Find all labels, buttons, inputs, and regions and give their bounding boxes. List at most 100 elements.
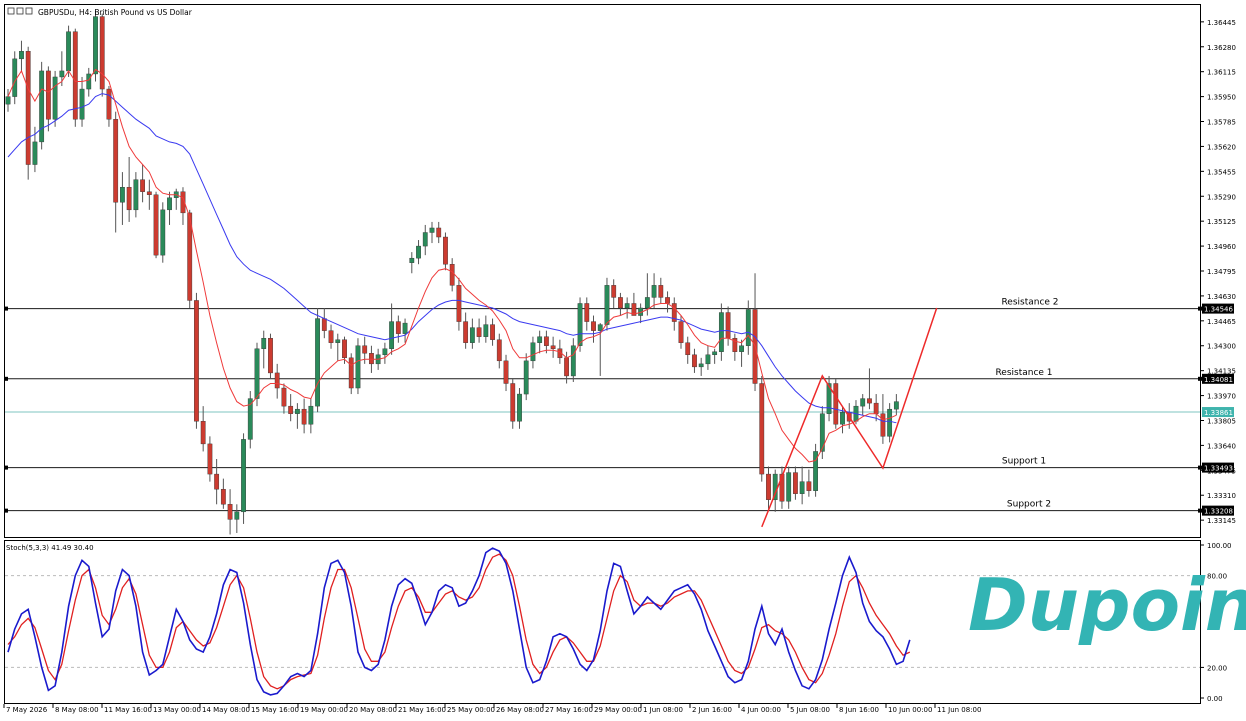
level-label: Support 1: [1002, 457, 1046, 467]
level-anchor-right: [1198, 508, 1202, 513]
time-tick-label: 19 May 00:00: [300, 706, 348, 714]
time-tick-label: 8 Jun 16:00: [839, 706, 879, 714]
candle-body: [570, 345, 576, 377]
candle-body: [52, 76, 58, 120]
candle-body: [19, 51, 24, 60]
candle-body: [860, 398, 866, 407]
candle-body: [106, 88, 112, 120]
candle-body: [759, 383, 765, 475]
candle-body: [220, 488, 226, 505]
time-tick-label: 25 May 00:00: [447, 706, 495, 714]
candle-body: [355, 345, 361, 389]
level-anchor-right: [1198, 306, 1202, 311]
candle-body: [745, 309, 751, 346]
time-tick-label: 21 May 16:00: [398, 706, 446, 714]
candle-body: [739, 345, 744, 352]
price-tick-label: 1.33310: [1207, 492, 1236, 500]
time-tick-label: 1 Jun 08:00: [643, 706, 683, 714]
candle-body: [550, 345, 556, 349]
candle-body: [806, 481, 812, 491]
level-label: Resistance 1: [995, 368, 1052, 378]
current-price-label: 1.33861: [1204, 409, 1233, 417]
candle-body: [369, 353, 374, 365]
candle-body: [644, 297, 650, 309]
candle-body: [685, 342, 691, 356]
candle-body: [698, 363, 704, 368]
time-tick-label: 27 May 16:00: [545, 706, 593, 714]
level-price-tag-label: 1.33208: [1204, 508, 1233, 516]
candle-body: [227, 504, 233, 520]
price-tick-label: 1.35125: [1207, 218, 1236, 226]
candle-body: [692, 354, 697, 368]
price-tick-label: 1.34795: [1207, 268, 1236, 276]
stochastic-tick-label: 20.00: [1207, 664, 1227, 672]
candle-body: [678, 321, 684, 343]
time-tick-label: 4 Jun 00:00: [741, 706, 781, 714]
candle-body: [268, 337, 273, 374]
level-anchor-left: [4, 376, 8, 381]
stochastic-tick-label: 0.00: [1207, 695, 1223, 703]
price-tick-label: 1.33145: [1207, 517, 1236, 525]
candle-body: [577, 303, 583, 346]
candle-body: [146, 191, 152, 195]
candle-body: [476, 327, 482, 337]
candle-body: [496, 339, 502, 362]
time-tick-label: 20 May 08:00: [349, 706, 397, 714]
price-tick-label: 1.34630: [1207, 293, 1236, 301]
time-tick-label: 10 Jun 00:00: [888, 706, 932, 714]
price-tick-label: 1.35455: [1207, 168, 1236, 176]
price-tick-label: 1.35785: [1207, 119, 1236, 127]
candle-body: [79, 88, 85, 120]
time-tick-label: 26 May 08:00: [496, 706, 544, 714]
level-anchor-right: [1198, 465, 1202, 470]
candle-body: [422, 232, 428, 247]
candle-body: [409, 257, 415, 263]
candle-body: [59, 70, 65, 78]
candle-body: [200, 421, 206, 445]
candle-body: [288, 405, 294, 414]
candle-body: [261, 337, 267, 349]
window-restore-icon[interactable]: [7, 7, 15, 15]
time-tick-label: 11 Jun 08:00: [937, 706, 981, 714]
candle-body: [833, 383, 839, 425]
candle-body: [234, 511, 240, 520]
candle-body: [544, 336, 549, 346]
candle-body: [315, 318, 320, 407]
candle-body: [867, 398, 872, 404]
level-label: Support 2: [1007, 500, 1051, 510]
logo-text: Dupoin: [968, 563, 1246, 647]
candle-body: [99, 16, 105, 90]
price-tick-label: 1.36280: [1207, 44, 1236, 52]
stochastic-tick-label: 100.00: [1207, 542, 1232, 550]
candle-body: [120, 186, 125, 203]
dupoin-logo: Dupoin: [968, 563, 1246, 647]
candle-body: [308, 405, 314, 425]
candle-body: [597, 324, 603, 331]
candle-body: [873, 402, 879, 414]
candle-body: [658, 285, 664, 298]
candle-body: [429, 227, 435, 233]
level-anchor-right: [1198, 376, 1202, 381]
window-restore-icon[interactable]: [25, 7, 33, 15]
chart-svg[interactable]: 1.36445 1.36280 1.36115 1.35950 1.35785 1.356…: [0, 0, 1246, 721]
candle-body: [167, 197, 172, 211]
candle-body: [665, 297, 670, 304]
candle-body: [510, 383, 516, 422]
candle-body: [799, 481, 805, 494]
candle-body: [718, 312, 724, 352]
candle-body: [335, 339, 341, 343]
candle-body: [463, 321, 469, 343]
level-price-tag-label: 1.34081: [1204, 376, 1233, 384]
candle-body: [113, 119, 119, 203]
level-label: Resistance 2: [1001, 298, 1058, 308]
candle-body: [705, 354, 711, 365]
candle-body: [133, 179, 139, 211]
candle-body: [443, 236, 448, 265]
candle-body: [523, 360, 529, 395]
candle-body: [301, 408, 307, 425]
candle-body: [389, 321, 395, 349]
candle-body: [651, 285, 657, 298]
candle-body: [321, 318, 327, 331]
candle-body: [45, 70, 51, 120]
window-restore-icon[interactable]: [16, 7, 24, 15]
